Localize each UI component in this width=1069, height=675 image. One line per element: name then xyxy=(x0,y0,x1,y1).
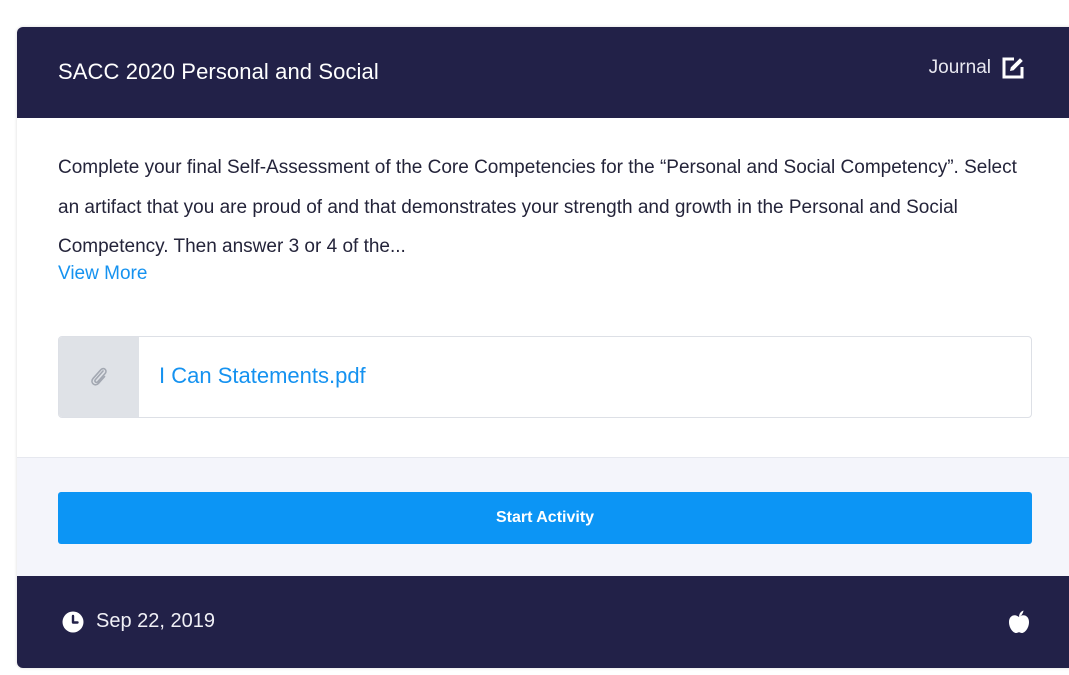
activity-card: SACC 2020 Personal and Social Journal Co… xyxy=(17,27,1069,668)
journal-label: Journal xyxy=(928,57,991,78)
start-activity-button[interactable]: Start Activity xyxy=(58,492,1032,544)
action-area: Start Activity xyxy=(17,457,1069,576)
card-title: SACC 2020 Personal and Social xyxy=(58,59,379,84)
view-more-link[interactable]: View More xyxy=(58,263,147,285)
card-footer: Sep 22, 2019 xyxy=(17,576,1069,668)
attachment-icon-box xyxy=(59,337,139,417)
clock-icon xyxy=(62,611,84,633)
activity-date: Sep 22, 2019 xyxy=(96,610,215,632)
attachment-item[interactable]: I Can Statements.pdf xyxy=(58,336,1032,418)
journal-link[interactable]: Journal xyxy=(929,56,1025,80)
activity-description: Complete your final Self-Assessment of t… xyxy=(58,157,1017,257)
date-info: Sep 22, 2019 xyxy=(62,610,215,633)
apple-icon xyxy=(1008,608,1030,634)
card-body: Complete your final Self-Assessment of t… xyxy=(17,118,1069,457)
card-header: SACC 2020 Personal and Social Journal xyxy=(17,27,1069,118)
edit-icon xyxy=(1001,56,1025,80)
paperclip-icon xyxy=(89,365,109,389)
attachment-name: I Can Statements.pdf xyxy=(159,363,366,388)
